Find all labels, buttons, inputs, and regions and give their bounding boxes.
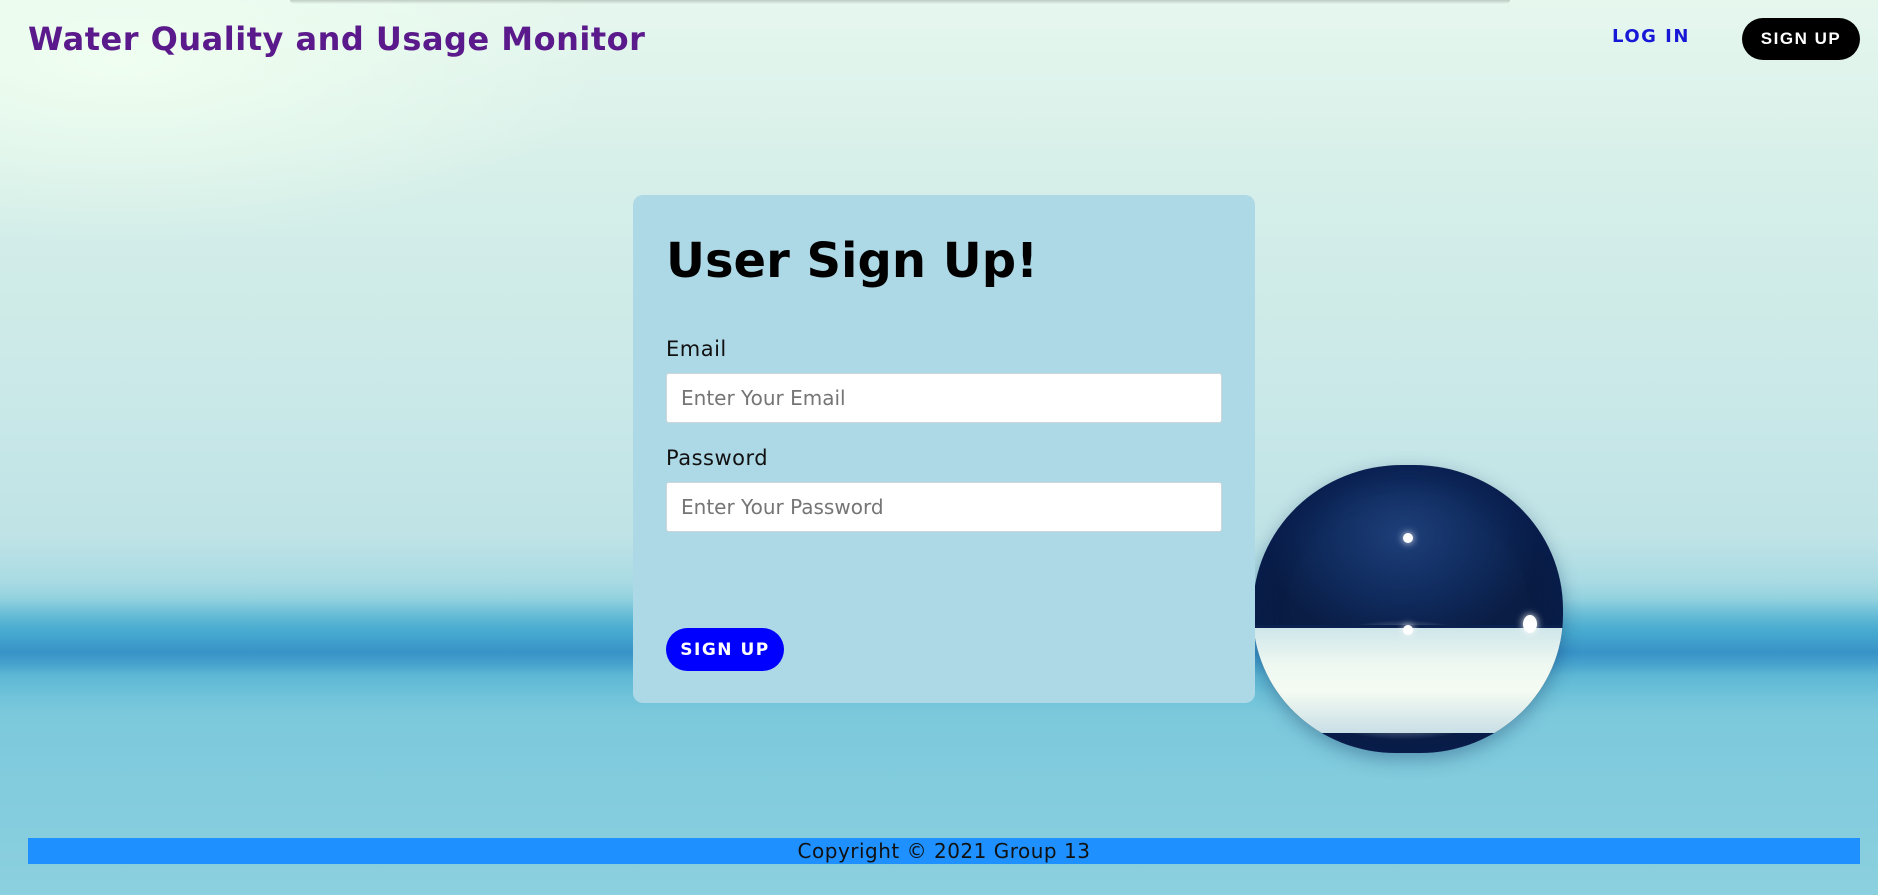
brand-title[interactable]: Water Quality and Usage Monitor — [28, 20, 645, 58]
top-shadow — [290, 0, 1510, 4]
signup-submit-button[interactable]: SIGN UP — [666, 628, 784, 671]
password-input[interactable] — [666, 482, 1222, 532]
page: Water Quality and Usage Monitor LOG IN S… — [0, 0, 1878, 895]
email-input[interactable] — [666, 373, 1222, 423]
signup-form-card: User Sign Up! Email Password SIGN UP — [633, 195, 1255, 703]
droplet-highlight — [1523, 615, 1537, 633]
water-droplet-image — [1253, 465, 1563, 753]
droplet-highlight — [1403, 533, 1413, 543]
email-label: Email — [666, 337, 727, 361]
droplet-highlight — [1403, 625, 1413, 635]
copyright-text: Copyright © 2021 Group 13 — [797, 839, 1091, 863]
footer-bar: Copyright © 2021 Group 13 — [28, 838, 1860, 864]
login-link[interactable]: LOG IN — [1612, 26, 1690, 47]
form-title: User Sign Up! — [666, 233, 1038, 289]
nav-signup-button[interactable]: SIGN UP — [1742, 18, 1860, 60]
droplet-reflection — [1253, 625, 1563, 733]
password-label: Password — [666, 446, 769, 470]
